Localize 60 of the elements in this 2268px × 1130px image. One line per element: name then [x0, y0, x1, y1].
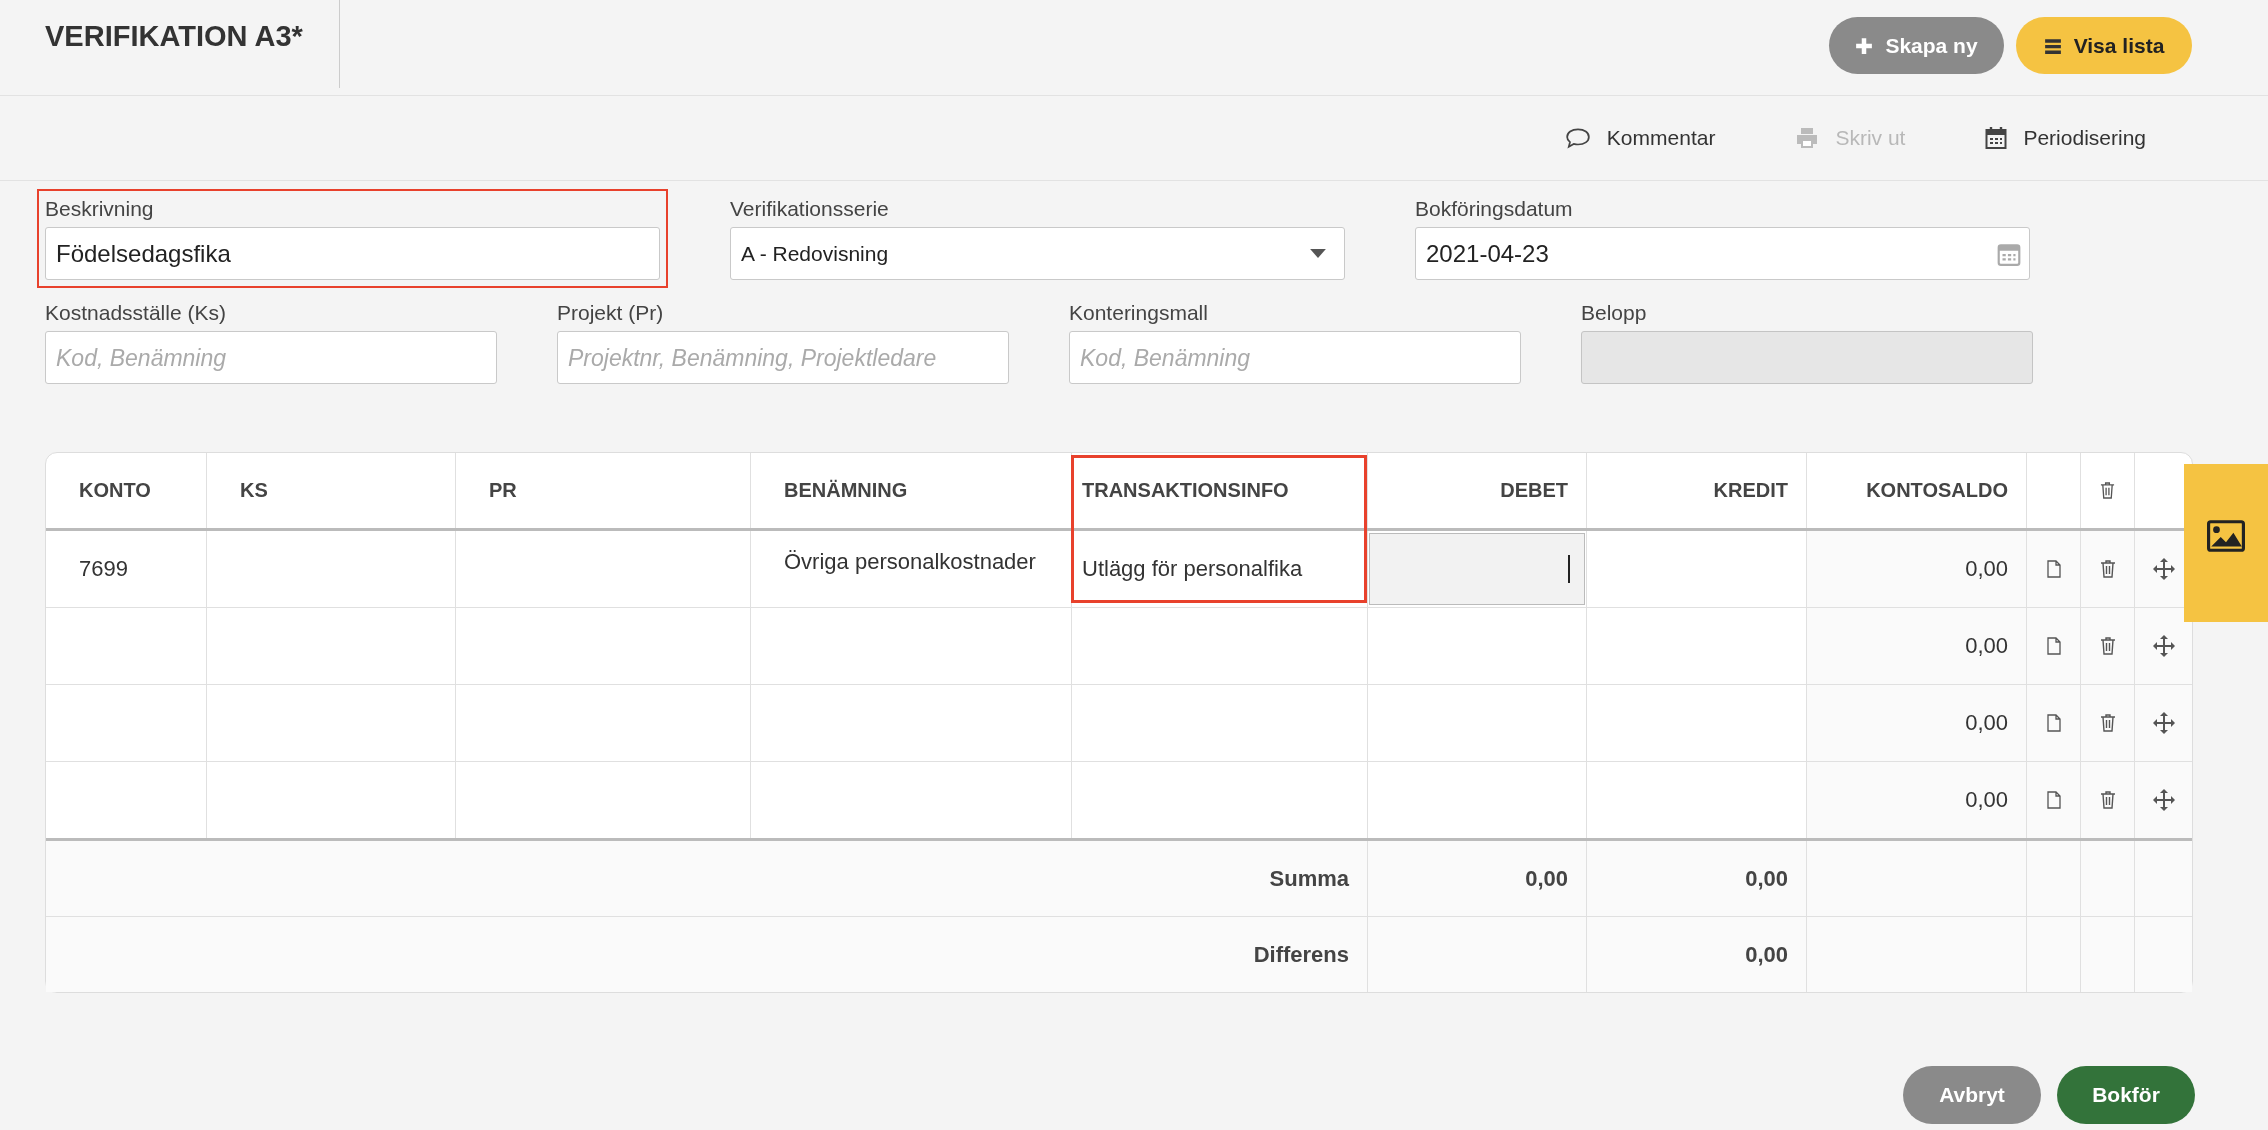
- calendar-icon: [1985, 126, 2008, 150]
- input-field[interactable]: Kod, Benämning: [1069, 331, 1521, 384]
- column-header: TRANSAKTIONSINFO: [1072, 453, 1368, 528]
- table-cell: 0,00: [1965, 787, 2008, 813]
- column-header: KREDIT: [1587, 453, 1807, 528]
- table-cell: 7699: [79, 556, 128, 582]
- printer-icon: [1795, 127, 1820, 149]
- total-label: Summa: [1269, 865, 1349, 892]
- column-header: BENÄMNING: [751, 453, 1072, 528]
- toolbar-button[interactable]: Periodisering: [1985, 126, 2146, 150]
- trash-icon[interactable]: [2099, 637, 2116, 655]
- document-icon[interactable]: [2046, 637, 2061, 655]
- plus-icon: [1855, 36, 1874, 55]
- input-field[interactable]: Födelsedagsfika: [45, 227, 660, 280]
- field-label: Belopp: [1581, 301, 1648, 325]
- field-label: Beskrivning: [45, 197, 155, 221]
- date-field[interactable]: 2021-04-23: [1415, 227, 2030, 280]
- trash-icon[interactable]: [2099, 791, 2116, 809]
- table-cell: Övriga personalkostnader: [784, 549, 1036, 575]
- column-header: PR: [456, 453, 751, 528]
- move-icon[interactable]: [2151, 711, 2176, 735]
- document-icon[interactable]: [2046, 560, 2061, 578]
- table-cell: 0,00: [1965, 710, 2008, 736]
- field-label: Kostnadsställe (Ks): [45, 301, 227, 325]
- dropdown-caret-icon: [1310, 249, 1326, 258]
- image-icon: [2207, 520, 2245, 552]
- field-label: Verifikationsserie: [730, 197, 890, 221]
- total-value: 0,00: [1525, 865, 1568, 892]
- series-dropdown[interactable]: A - Redovisning: [730, 227, 1345, 280]
- table-cell: 0,00: [1965, 633, 2008, 659]
- move-icon[interactable]: [2151, 788, 2176, 812]
- field-label: Konteringsmall: [1069, 301, 1209, 325]
- document-icon[interactable]: [2046, 714, 2061, 732]
- toolbar-button[interactable]: Kommentar: [1564, 126, 1716, 150]
- menu-icon: [2043, 36, 2062, 55]
- total-value: 0,00: [1745, 865, 1788, 892]
- column-header: DEBET: [1368, 453, 1587, 528]
- page-title: VERIFIKATION A3*: [45, 20, 304, 53]
- table-cell: Utlägg för personalfika: [1082, 556, 1303, 582]
- submit-button[interactable]: Bokför: [2057, 1066, 2195, 1124]
- trash-icon[interactable]: [2099, 714, 2116, 732]
- input-field[interactable]: Kod, Benämning: [45, 331, 497, 384]
- move-icon[interactable]: [2151, 634, 2176, 658]
- speech-bubble-icon: [1564, 127, 1591, 149]
- move-icon[interactable]: [2151, 557, 2176, 581]
- column-header: KONTOSALDO: [1807, 453, 2027, 528]
- total-label: Differens: [1253, 941, 1349, 968]
- debit-input[interactable]: [1369, 533, 1585, 605]
- column-header: KS: [207, 453, 456, 528]
- field-label: Projekt (Pr): [557, 301, 665, 325]
- show-list-button[interactable]: Visa lista: [2016, 17, 2192, 74]
- field-label: Bokföringsdatum: [1415, 197, 1574, 221]
- trash-icon[interactable]: [2100, 482, 2115, 499]
- document-icon[interactable]: [2046, 791, 2061, 809]
- column-header: KONTO: [46, 453, 207, 528]
- table-cell: 0,00: [1965, 556, 2008, 582]
- image-panel-tab[interactable]: [2184, 464, 2268, 622]
- total-value: 0,00: [1745, 941, 1788, 968]
- trash-icon[interactable]: [2099, 560, 2116, 578]
- input-field[interactable]: Projektnr, Benämning, Projektledare: [557, 331, 1009, 384]
